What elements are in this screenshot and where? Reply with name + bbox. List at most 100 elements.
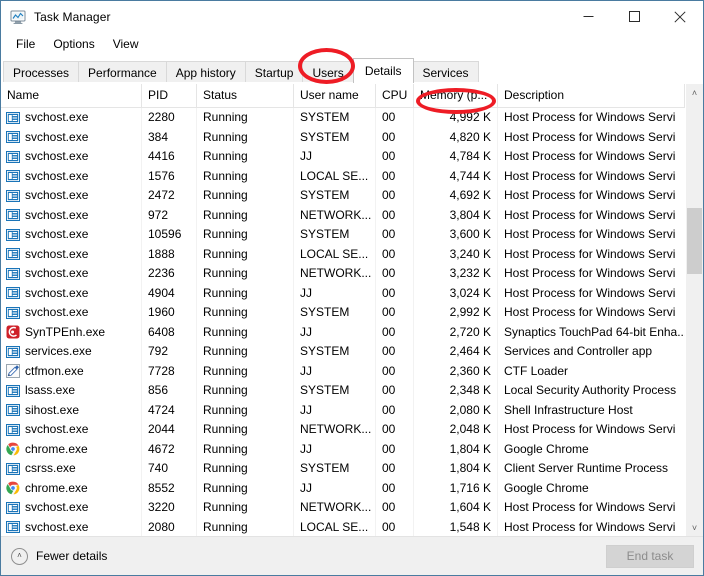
table-row[interactable]: svchost.exe 4416 Running JJ 00 4,784 K Host Pr… (1, 147, 685, 167)
process-status-cell: Running (197, 205, 294, 225)
table-row[interactable]: svchost.exe 2236 Running NETWORK... 00 3,232 … (1, 264, 685, 284)
table-row[interactable]: svchost.exe 1960 Running SYSTEM 00 2,992 K Hos… (1, 303, 685, 323)
process-cpu-cell: 00 (376, 381, 414, 401)
table-row[interactable]: services.exe 792 Running SYSTEM 00 2,464 K Ser… (1, 342, 685, 362)
scroll-down-button[interactable]: ˅ (686, 519, 703, 536)
process-name-cell: svchost.exe (1, 186, 142, 206)
process-status-cell: Running (197, 166, 294, 186)
process-pid-cell: 1960 (142, 303, 197, 323)
table-row[interactable]: SynTPEnh.exe 6408 Running JJ 00 2,720 K Synapt… (1, 322, 685, 342)
table-row[interactable]: svchost.exe 2280 Running SYSTEM 00 4,992 K Hos… (1, 108, 685, 128)
process-cpu-cell: 00 (376, 439, 414, 459)
process-name-label: services.exe (25, 344, 92, 358)
process-description-cell: Host Process for Windows Servi (504, 168, 676, 183)
process-description-cell: Local Security Authority Process (504, 383, 677, 397)
table-row[interactable]: ctfmon.exe 7728 Running JJ 00 2,360 K CTF Load… (1, 361, 685, 381)
scrollbar-track[interactable] (686, 101, 703, 519)
process-user-cell: SYSTEM (294, 186, 376, 206)
column-header-status[interactable]: Status (197, 84, 294, 107)
end-task-button[interactable]: End task (606, 544, 694, 568)
process-cpu-cell: 00 (376, 147, 414, 167)
process-name-cell: svchost.exe (1, 517, 142, 536)
tab-performance[interactable]: Performance (78, 61, 167, 83)
process-pid-cell: 792 (142, 342, 197, 362)
process-cpu-cell: 00 (376, 459, 414, 479)
column-header-description[interactable]: Description (498, 84, 685, 107)
process-pid-cell: 384 (142, 127, 197, 147)
process-name-cell: svchost.exe (1, 147, 142, 167)
status-bar: ˄ Fewer details End task (1, 536, 703, 575)
column-header-user-name[interactable]: User name (294, 84, 376, 107)
window-title: Task Manager (34, 9, 111, 24)
column-header-name[interactable]: Name (1, 84, 142, 107)
column-header-cpu[interactable]: CPU (376, 84, 414, 107)
table-row[interactable]: chrome.exe 4672 Running JJ 00 1,804 K Google C… (1, 439, 685, 459)
table-row[interactable]: lsass.exe 856 Running SYSTEM 00 2,348 K Local … (1, 381, 685, 401)
column-header-memory[interactable]: ⌄ Memory (p... (414, 84, 498, 107)
table-row[interactable]: svchost.exe 4904 Running JJ 00 3,024 K Host Pr… (1, 283, 685, 303)
vertical-scrollbar[interactable]: ˄ ˅ (685, 84, 703, 536)
tab-startup[interactable]: Startup (244, 61, 304, 83)
process-user-cell: SYSTEM (294, 127, 376, 147)
scrollbar-thumb[interactable] (687, 208, 702, 274)
table-row[interactable]: svchost.exe 2472 Running SYSTEM 00 4,692 K Hos… (1, 186, 685, 206)
process-status-cell: Running (197, 322, 294, 342)
process-name-label: csrss.exe (25, 461, 76, 475)
process-pid-cell: 740 (142, 459, 197, 479)
table-row[interactable]: chrome.exe 8552 Running JJ 00 1,716 K Google C… (1, 478, 685, 498)
tab-users[interactable]: Users (302, 61, 354, 83)
service-host-icon (6, 384, 20, 398)
table-row[interactable]: csrss.exe 740 Running SYSTEM 00 1,804 K Client… (1, 459, 685, 479)
process-user-cell: SYSTEM (294, 108, 376, 128)
column-header-pid[interactable]: PID (142, 84, 197, 107)
process-cpu-cell: 00 (376, 283, 414, 303)
process-status-cell: Running (197, 439, 294, 459)
process-memory-cell: 2,048 K (414, 420, 498, 440)
process-description-cell: Host Process for Windows Servi (504, 188, 676, 202)
tab-app-history[interactable]: App history (165, 61, 246, 83)
minimize-button[interactable] (565, 1, 611, 32)
close-button[interactable] (657, 1, 703, 32)
scroll-up-button[interactable]: ˄ (686, 84, 703, 101)
service-host-icon (6, 130, 20, 144)
maximize-button[interactable] (611, 1, 657, 32)
process-memory-cell: 4,992 K (414, 108, 498, 128)
service-host-icon (6, 423, 20, 437)
table-row[interactable]: svchost.exe 2080 Running LOCAL SE... 00 1,548… (1, 517, 685, 536)
process-cpu-cell: 00 (376, 361, 414, 381)
table-row[interactable]: svchost.exe 1576 Running LOCAL SE... 00 4,744… (1, 166, 685, 186)
process-pid-cell: 8552 (142, 478, 197, 498)
table-row[interactable]: svchost.exe 384 Running SYSTEM 00 4,820 K Host… (1, 127, 685, 147)
process-name-label: svchost.exe (25, 188, 89, 202)
chrome-icon (6, 442, 20, 456)
menu-item-file[interactable]: File (7, 34, 44, 54)
fewer-details-button[interactable]: ˄ Fewer details (11, 547, 107, 565)
process-cpu-cell: 00 (376, 205, 414, 225)
process-status-cell: Running (197, 186, 294, 206)
process-user-cell: NETWORK... (294, 498, 376, 518)
table-row[interactable]: svchost.exe 3220 Running NETWORK... 00 1,604 … (1, 498, 685, 518)
table-row[interactable]: sihost.exe 4724 Running JJ 00 2,080 K Shell In… (1, 400, 685, 420)
process-user-cell: JJ (294, 361, 376, 381)
process-user-cell: JJ (294, 147, 376, 167)
process-description-cell: Client Server Runtime Process (504, 461, 669, 475)
table-row[interactable]: svchost.exe 2044 Running NETWORK... 00 2,048 … (1, 420, 685, 440)
process-memory-cell: 2,992 K (414, 303, 498, 323)
tab-processes[interactable]: Processes (3, 61, 80, 83)
process-description-cell: Host Process for Windows Servi (504, 519, 676, 534)
service-host-icon (6, 111, 20, 125)
process-cpu-cell: 00 (376, 478, 414, 498)
menu-item-view[interactable]: View (104, 34, 148, 54)
process-user-cell: SYSTEM (294, 459, 376, 479)
tab-details[interactable]: Details (352, 58, 414, 83)
service-host-icon (6, 520, 20, 534)
process-pid-cell: 6408 (142, 322, 197, 342)
table-header-row: Name PID Status User name CPU ⌄ Memory (… (1, 84, 685, 108)
tab-services[interactable]: Services (412, 61, 479, 83)
process-name-cell: chrome.exe (1, 439, 142, 459)
menu-item-options[interactable]: Options (44, 34, 103, 54)
table-row[interactable]: svchost.exe 1888 Running LOCAL SE... 00 3,240… (1, 244, 685, 264)
process-user-cell: SYSTEM (294, 303, 376, 323)
table-row[interactable]: svchost.exe 972 Running NETWORK... 00 3,804 K… (1, 205, 685, 225)
table-row[interactable]: svchost.exe 10596 Running SYSTEM 00 3,600 K Ho… (1, 225, 685, 245)
